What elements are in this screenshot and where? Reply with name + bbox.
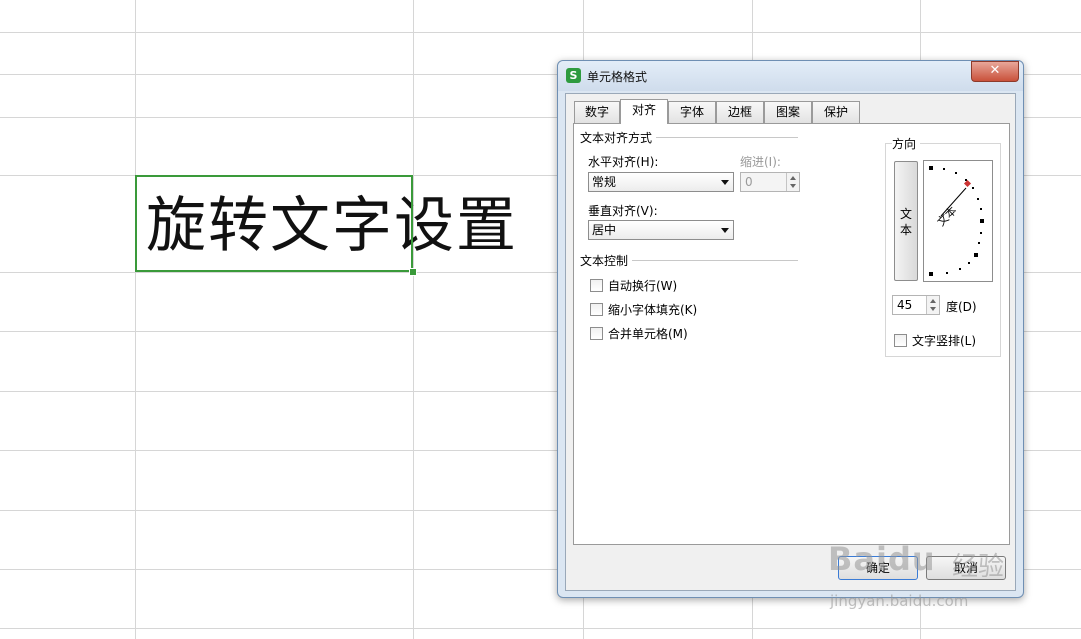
column-divider [413,0,414,639]
orientation-group: 方向 文本 文本 45 度(D) 文字竖排(L) [885,135,1001,357]
dial-text: 文本 [934,203,959,228]
dialog-client-area: 数字 对齐 字体 边框 图案 保护 文本对齐方式 水平对齐(H): 常规 缩进(… [565,93,1016,591]
spin-up-icon [790,176,796,180]
merge-cells-checkbox[interactable] [590,327,603,340]
spin-up-icon [930,299,936,303]
tab-border[interactable]: 边框 [716,101,764,123]
watermark-subtitle: 经验 [952,552,1005,582]
vertical-text-label: 文本 [899,207,912,237]
row-divider [0,32,1081,33]
spin-buttons[interactable] [926,296,939,314]
vertical-stack-checkbox[interactable] [894,334,907,347]
wrap-text-label[interactable]: 自动换行(W) [608,277,677,294]
wps-app-icon: S [566,68,581,83]
vertical-text-button[interactable]: 文本 [894,161,918,281]
vertical-align-label: 垂直对齐(V): [588,204,658,218]
close-button[interactable]: ✕ [971,61,1019,82]
selected-cell[interactable] [135,175,413,272]
orientation-group-title: 方向 [892,135,921,152]
shrink-to-fit-label[interactable]: 缩小字体填充(K) [608,301,697,318]
close-icon: ✕ [989,63,1001,78]
chevron-down-icon [721,180,729,185]
tab-number[interactable]: 数字 [574,101,620,123]
dialog-title: 单元格格式 [587,70,648,84]
tab-protection[interactable]: 保护 [812,101,860,123]
dial-graphic: 文本 [929,166,984,276]
spin-buttons[interactable] [786,173,799,191]
watermark-url: jingyan.baidu.com [830,592,969,610]
horizontal-align-select[interactable]: 常规 [588,172,734,192]
tab-font[interactable]: 字体 [668,101,716,123]
spin-down-icon [790,184,796,188]
merge-cells-label[interactable]: 合并单元格(M) [608,325,688,342]
shrink-to-fit-checkbox[interactable] [590,303,603,316]
tab-pattern[interactable]: 图案 [764,101,812,123]
watermark-logo: Baidu [828,540,936,578]
column-divider [135,0,136,639]
vertical-align-value: 居中 [592,223,617,237]
indent-stepper[interactable]: 0 [740,172,800,192]
alignment-tab-page: 文本对齐方式 水平对齐(H): 常规 缩进(I): 0 垂直对齐(V): 居中 … [573,123,1010,545]
chevron-down-icon [721,228,729,233]
dialog-titlebar[interactable]: S 单元格格式 ✕ [558,61,1023,91]
vertical-stack-label[interactable]: 文字竖排(L) [912,332,976,349]
text-alignment-group-title: 文本对齐方式 [580,129,657,146]
horizontal-align-value: 常规 [592,175,617,189]
spin-down-icon [930,307,936,311]
format-cells-dialog: S 单元格格式 ✕ 数字 对齐 字体 边框 图案 保护 文本对齐方式 水平对齐(… [557,60,1024,598]
degrees-stepper[interactable]: 45 [892,295,940,315]
fill-handle[interactable] [409,268,417,276]
text-control-group-title: 文本控制 [580,252,633,269]
degrees-label: 度(D) [946,300,977,314]
degrees-value: 45 [897,298,913,312]
tab-alignment[interactable]: 对齐 [620,99,668,124]
orientation-dial[interactable]: 文本 [923,160,993,282]
row-divider [0,628,1081,629]
horizontal-align-label: 水平对齐(H): [588,155,659,169]
wrap-text-checkbox[interactable] [590,279,603,292]
vertical-align-select[interactable]: 居中 [588,220,734,240]
indent-value: 0 [745,175,753,189]
indent-label: 缩进(I): [740,155,781,169]
